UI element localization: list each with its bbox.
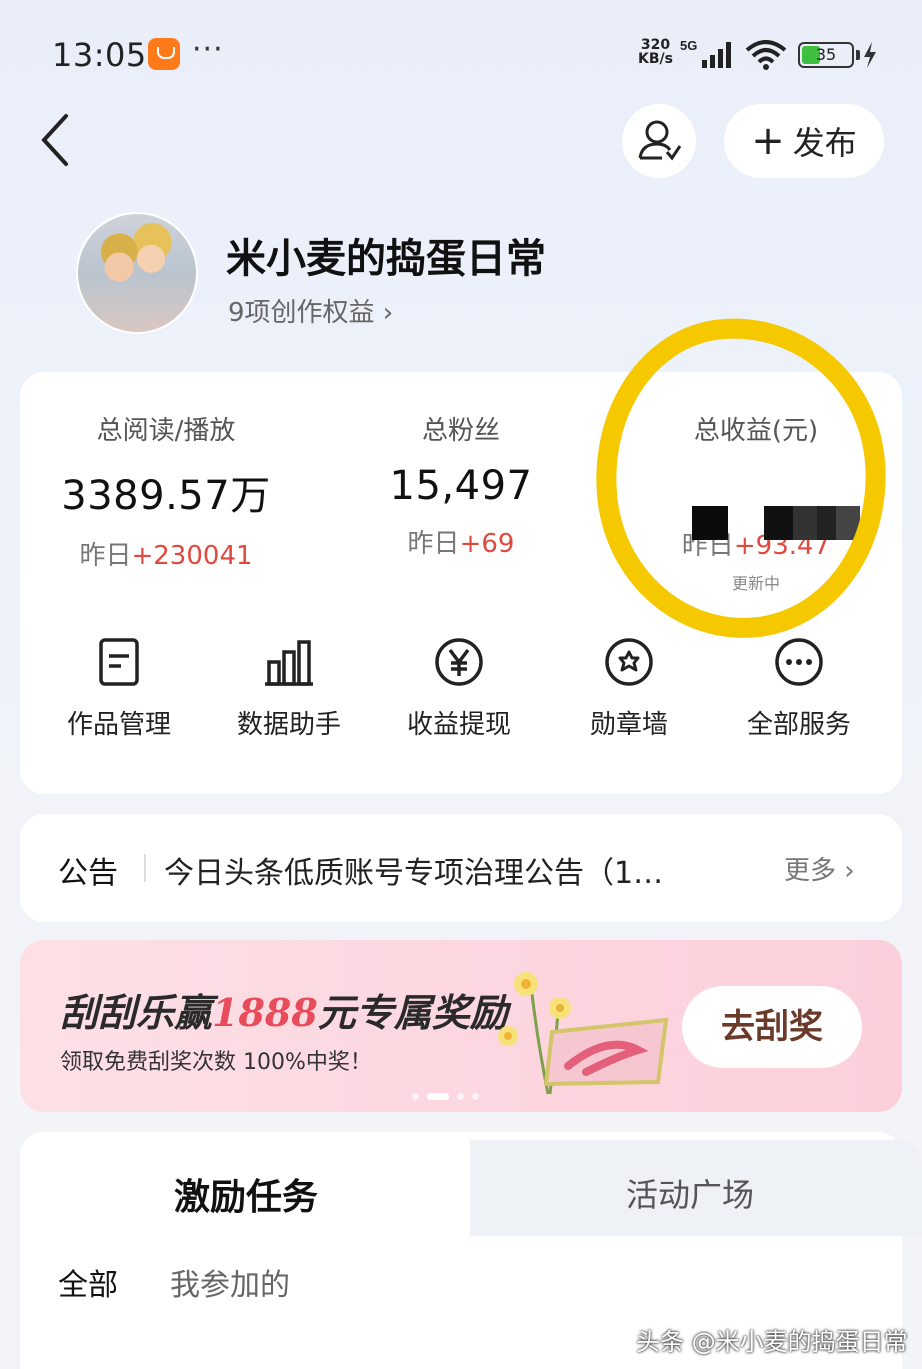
battery-tip [856, 50, 860, 60]
stat-value: 15,497 [389, 463, 533, 509]
service-works-management[interactable]: 作品管理 [34, 636, 204, 741]
battery-percent: 35 [815, 45, 837, 64]
cellular-signal-icon: 5G [680, 38, 731, 68]
notice-divider [144, 854, 146, 882]
service-earnings-withdraw[interactable]: 收益提现 [374, 636, 544, 741]
stat-label: 总粉丝 [421, 416, 500, 446]
redaction-block [692, 506, 728, 540]
user-follow-icon [638, 120, 682, 161]
scratch-now-button[interactable]: 去刮奖 [682, 986, 862, 1068]
service-label: 数据助手 [236, 710, 341, 740]
profile-name: 米小麦的捣蛋日常 [226, 236, 546, 282]
stat-value: 3389.57万 [61, 473, 271, 519]
service-grid: 作品管理 数据助手 收益提现 勋章墙 全部服务 [20, 636, 902, 741]
medal-icon [605, 638, 653, 686]
back-arrow-icon[interactable] [36, 112, 76, 168]
service-all-services[interactable]: 全部服务 [714, 636, 884, 741]
taobao-app-icon [148, 38, 180, 70]
avatar[interactable] [76, 212, 198, 334]
flower-scratch-card-illustration [498, 972, 669, 1095]
redaction-block [764, 506, 860, 540]
stat-delta-value: +230041 [131, 541, 253, 571]
banner-subtitle: 领取免费刮奖次数 100%中奖！ [60, 1050, 372, 1075]
stat-label: 总阅读/播放 [96, 416, 236, 446]
creator-benefits-link[interactable]: 9项创作权益 › [228, 292, 393, 329]
publish-label: 发布 [792, 124, 857, 162]
filter-joined[interactable]: 我参加的 [170, 1260, 290, 1304]
service-label: 勋章墙 [589, 710, 668, 740]
stat-delta-prefix: 昨日 [407, 529, 460, 559]
stat-delta-prefix: 昨日 [79, 541, 132, 571]
charging-icon [864, 42, 876, 68]
service-label: 全部服务 [746, 710, 851, 740]
more-notifications-icon: ··· [192, 32, 224, 67]
carousel-dot [457, 1092, 464, 1100]
stat-delta: 昨日+69 [331, 523, 591, 560]
follow-user-button[interactable] [622, 104, 696, 178]
banner-title-amount: 1888 [212, 990, 318, 1035]
wifi-icon [745, 40, 787, 70]
tab-incentive-tasks[interactable]: 激励任务 [174, 1168, 318, 1220]
tab-activity-plaza[interactable]: 活动广场 [626, 1170, 754, 1216]
battery-icon: 35 [798, 42, 854, 68]
updating-note: 更新中 [731, 574, 780, 593]
filter-all[interactable]: 全部 [58, 1260, 118, 1304]
status-time: 13:05 [52, 36, 147, 74]
notice-bar[interactable]: 公告 今日头条低质账号专项治理公告（1… 更多 › [20, 814, 902, 922]
banner-title: 刮刮乐赢1888元专属奖励 [60, 982, 508, 1037]
stat-total-earnings[interactable]: 总收益(元) 昨日+93.47 更新中 [626, 410, 886, 594]
more-icon [775, 638, 823, 686]
carousel-dot [472, 1092, 479, 1100]
stat-delta-value: +69 [459, 529, 515, 559]
promo-banner[interactable]: 刮刮乐赢1888元专属奖励 领取免费刮奖次数 100%中奖！ 去刮奖 [20, 940, 902, 1112]
status-bar: 13:05 ··· 320 KB/s 5G 35 [0, 0, 922, 100]
service-data-assistant[interactable]: 数据助手 [204, 636, 374, 741]
notice-text[interactable]: 今日头条低质账号专项治理公告（1… [164, 848, 716, 892]
redacted-value [626, 506, 886, 542]
service-medal-wall[interactable]: 勋章墙 [544, 636, 714, 741]
stats-card: 总阅读/播放 3389.57万 昨日+230041 总粉丝 15,497 昨日+… [20, 372, 902, 794]
bar-chart-icon [265, 640, 313, 686]
carousel-indicator [412, 1092, 479, 1100]
banner-title-suffix: 元专属奖励 [317, 990, 508, 1035]
carousel-dot-active [427, 1092, 449, 1100]
network-speed: 320 KB/s [638, 38, 673, 66]
service-label: 作品管理 [66, 710, 171, 740]
stat-value-masked [626, 463, 886, 511]
notice-more-link[interactable]: 更多 › [784, 850, 855, 887]
stat-total-reads[interactable]: 总阅读/播放 3389.57万 昨日+230041 [36, 410, 296, 572]
carousel-dot [412, 1092, 419, 1100]
watermark: 头条 @米小麦的捣蛋日常 [636, 1328, 908, 1356]
banner-title-prefix: 刮刮乐赢 [60, 990, 213, 1035]
stat-label: 总收益(元) [693, 416, 819, 446]
document-icon [99, 638, 139, 686]
plus-icon: + [751, 118, 785, 164]
network-speed-unit: KB/s [638, 51, 673, 67]
service-label: 收益提现 [406, 710, 511, 740]
stat-total-fans[interactable]: 总粉丝 15,497 昨日+69 [331, 410, 591, 560]
publish-button[interactable]: + 发布 [724, 104, 884, 178]
network-speed-value: 320 [640, 37, 671, 53]
stat-delta: 昨日+230041 [36, 535, 296, 572]
yuan-icon [435, 638, 483, 686]
notice-title: 公告 [58, 856, 118, 891]
network-type: 5G [680, 38, 697, 53]
